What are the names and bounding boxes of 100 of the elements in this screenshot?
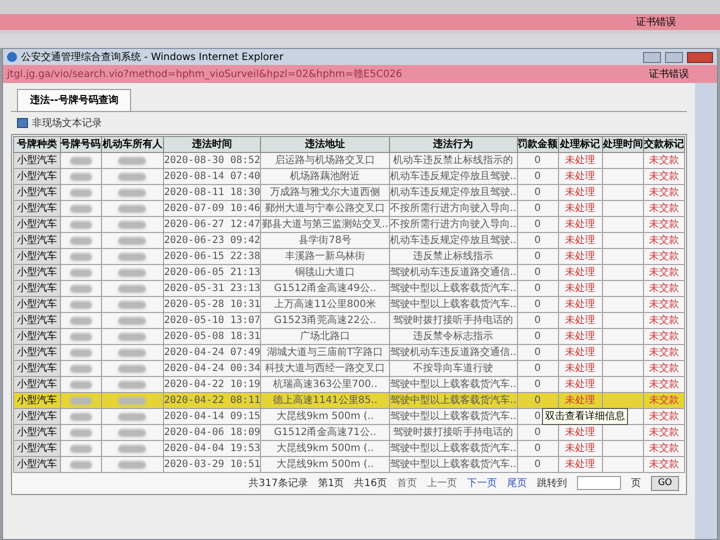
blurred-text <box>118 188 146 196</box>
table-cell: 0 <box>517 184 558 200</box>
table-cell: 2020-04-06 18:09 <box>163 424 261 440</box>
page-unit: 页 <box>630 476 641 490</box>
table-cell: 违反禁令标志指示 <box>389 328 517 344</box>
table-cell: 不按所需行进方向驶入导向.. <box>389 200 517 216</box>
blurred-text <box>70 316 92 324</box>
table-cell: 未处理 <box>558 440 602 456</box>
blurred-text <box>118 172 146 180</box>
table-cell: 未处理 <box>558 312 602 328</box>
close-icon[interactable] <box>687 52 713 62</box>
table-cell: 小型汽车 <box>14 296 60 312</box>
table-cell: 小型汽车 <box>14 152 60 168</box>
certificate-error-button[interactable]: 证书错误 <box>649 66 689 82</box>
table-cell: 大昆线9km 500m (.. <box>260 456 390 472</box>
document-icon <box>17 118 28 128</box>
page-input[interactable] <box>576 476 621 490</box>
minimize-icon[interactable] <box>643 52 661 62</box>
table-row[interactable]: 小型汽车 2020-06-05 21:13 铜毯山大道口 驾驶机动车违反道路交通信.. 0 未处理 未交款 <box>14 264 684 280</box>
table-cell: 未处理 <box>558 392 602 408</box>
table-row[interactable]: 小型汽车 2020-05-31 23:13 G1512甬金高速49公.. 驾驶中型以上载客载货汽车.. 0 未处理 未交款 <box>14 280 684 296</box>
table-cell: 未交款 <box>643 440 684 456</box>
table-cell: 小型汽车 <box>14 232 60 248</box>
tab[interactable]: 违法--号牌号码查询 <box>17 89 132 111</box>
blurred-text <box>118 220 146 228</box>
table-row[interactable]: 小型汽车 2020-05-28 10:31 上万高速11公里800米 驾驶中型以上载客载货汽车.. 0 未处理 未交款 <box>14 296 684 312</box>
table-cell: 2020-04-22 08:11 <box>163 392 261 408</box>
table-row[interactable]: 小型汽车 2020-07-09 10:46 鄞州大道与宁奉公路交叉口 不按所需行进方向驶入导向.. 0 未处理 未交款 <box>14 200 684 216</box>
go-button[interactable]: GO <box>650 476 679 490</box>
table-cell: 德上高速1141公里85.. <box>260 392 390 408</box>
table-cell: 2020-06-05 21:13 <box>163 264 261 280</box>
url-text: jtgl.jg.ga/vio/search.vio?method=hphm_vioSurveil&hpzl=02&hphm=赣E5C026 <box>7 68 402 82</box>
table-cell: 未处理 <box>558 360 602 376</box>
blurred-text <box>118 204 146 212</box>
table-row[interactable]: 小型汽车 2020-05-08 18:31 广场北路口 违反禁令标志指示 0 未处理 未交款 <box>14 328 684 344</box>
table-cell: 小型汽车 <box>14 168 60 184</box>
blurred-text <box>70 300 92 308</box>
blurred-text <box>70 396 92 404</box>
table-cell: 2020-05-10 13:07 <box>163 312 261 328</box>
column-header: 交款标记 <box>643 136 684 152</box>
jump-label: 跳转到 <box>536 476 567 490</box>
table-cell: 湖城大道与三庙前T字路口 <box>260 344 390 360</box>
maximize-icon[interactable] <box>665 52 683 62</box>
table-cell: 小型汽车 <box>14 456 60 472</box>
table-cell: 小型汽车 <box>14 312 60 328</box>
table-cell: 驾驶机动车违反道路交通信.. <box>389 264 517 280</box>
blurred-text <box>118 300 146 308</box>
table-cell: 小型汽车 <box>14 248 60 264</box>
table-cell: 2020-08-30 08:52 <box>163 152 261 168</box>
table-cell: 未交款 <box>643 424 684 440</box>
table-cell: 未处理 <box>558 344 602 360</box>
address-bar[interactable]: jtgl.jg.ga/vio/search.vio?method=hphm_vioSurveil&hpzl=02&hphm=赣E5C026 证书错误 <box>3 65 717 83</box>
table-cell: 0 <box>517 392 558 408</box>
table-cell: 未交款 <box>643 328 684 344</box>
table-row[interactable]: 小型汽车 2020-08-11 18:30 万成路与雅戈尔大道西侧 机动车违反规定停放且驾驶.. 0 未处理 未交款 <box>14 184 684 200</box>
table-row[interactable]: 小型汽车 2020-06-23 09:42 县学街78号 机动车违反规定停放且驾驶.. 0 未处理 未交款 <box>14 232 684 248</box>
blurred-text <box>70 380 92 388</box>
blurred-text <box>70 236 92 244</box>
table-cell: 2020-04-04 19:53 <box>163 440 261 456</box>
table-cell: 大昆线9km 500m (.. <box>260 408 390 424</box>
table-cell: 2020-08-11 18:30 <box>163 184 261 200</box>
pager-link[interactable]: 尾页 <box>506 476 527 490</box>
table-row[interactable]: 小型汽车 2020-06-27 12:47 鄞县大道与第三监测站交叉.. 不按所需行进方向驶入导向.. 0 未处理 未交款 <box>14 216 684 232</box>
blurred-text <box>70 332 92 340</box>
table-cell: 铜毯山大道口 <box>260 264 390 280</box>
blurred-text <box>70 156 92 164</box>
table-row[interactable]: 小型汽车 2020-05-10 13:07 G1523甬莞高速22公.. 驾驶时拨打接听手持电话的 0 未处理 未交款 <box>14 312 684 328</box>
table-row[interactable]: 小型汽车 2020-04-06 18:09 G1512甬金高速71公.. 驾驶时拨打接听手持电话的 0 未处理 未交款 <box>14 424 684 440</box>
table-cell: 0 <box>517 168 558 184</box>
table-row[interactable]: 小型汽车 2020-04-22 08:11 德上高速1141公里85.. 驾驶中型以上载客载货汽车.. 0 未处理 未交款 <box>14 392 684 408</box>
table-cell: 未处理 <box>558 280 602 296</box>
table-row[interactable]: 小型汽车 2020-04-24 07:49 湖城大道与三庙前T字路口 驾驶机动车违反道路交通信.. 0 未处理 未交款 <box>14 344 684 360</box>
pager-link[interactable]: 下一页 <box>466 476 497 490</box>
table-cell: 0 <box>517 152 558 168</box>
table-cell: 未处理 <box>558 184 602 200</box>
table-cell: 未交款 <box>643 392 684 408</box>
table-cell: 驾驶中型以上载客载货汽车.. <box>389 440 517 456</box>
blurred-text <box>118 268 146 276</box>
table-cell: 0 <box>517 344 558 360</box>
table-cell: 小型汽车 <box>14 408 60 424</box>
table-cell: 2020-04-24 07:49 <box>163 344 261 360</box>
table-cell: 0 <box>517 200 558 216</box>
table-cell: 0 <box>517 360 558 376</box>
column-header: 号牌种类 <box>14 136 60 152</box>
table-cell: 小型汽车 <box>14 328 60 344</box>
table-row[interactable]: 小型汽车 2020-08-30 08:52 启运路与机场路交叉口 机动车违反禁止标线指示的 0 未处理 未交款 <box>14 152 684 168</box>
table-row[interactable]: 小型汽车 2020-08-14 07:40 机场路藕池附近 机动车违反规定停放且驾驶.. 0 未处理 未交款 <box>14 168 684 184</box>
table-row[interactable]: 小型汽车 2020-04-24 00:34 科技大道与西经一路交叉口 不按导向车道行驶 0 未处理 未交款 <box>14 360 684 376</box>
table-row[interactable]: 小型汽车 2020-03-29 10:51 大昆线9km 500m (.. 驾驶中型以上载客载货汽车.. 0 未处理 未交款 <box>14 456 684 472</box>
blurred-text <box>118 236 146 244</box>
table-cell: 未处理 <box>558 328 602 344</box>
table-cell: 未交款 <box>643 152 684 168</box>
table-cell: 县学街78号 <box>260 232 390 248</box>
table-row[interactable]: 小型汽车 2020-06-15 22:38 丰溪路一新乌林街 违反禁止标线指示 0 未处理 未交款 <box>14 248 684 264</box>
table-cell: 未交款 <box>643 248 684 264</box>
table-row[interactable]: 小型汽车 2020-04-04 19:53 大昆线9km 500m (.. 驾驶中型以上载客载货汽车.. 0 未处理 未交款 <box>14 440 684 456</box>
table-cell: 0 <box>517 312 558 328</box>
certificate-error-button[interactable]: 证书错误 <box>632 14 680 30</box>
table-cell: 小型汽车 <box>14 392 60 408</box>
pager-text: 第1页 <box>318 476 344 490</box>
